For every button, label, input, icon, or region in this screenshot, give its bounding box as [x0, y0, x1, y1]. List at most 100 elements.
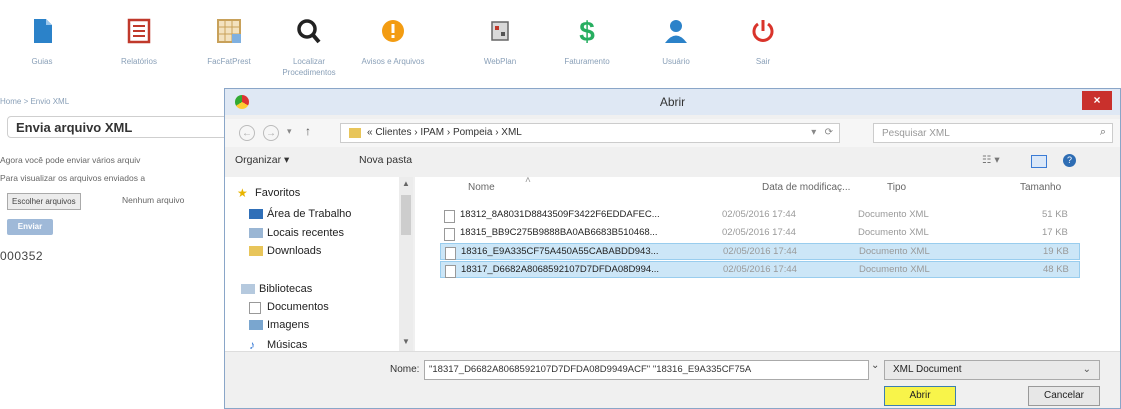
column-type[interactable]: Tipo — [887, 182, 906, 193]
toolbar-label: Guias — [31, 57, 53, 66]
chevron-down-icon: ⌄ — [1082, 364, 1091, 375]
search-icon: ⌕ — [1099, 126, 1106, 138]
code-value: 000352 — [0, 249, 44, 263]
nav-label: Documentos — [267, 301, 329, 313]
back-icon[interactable]: ← — [239, 125, 255, 141]
xml-file-icon — [444, 228, 455, 241]
file-list: Nome ˄ Data de modificaç... Tipo Tamanho… — [415, 175, 1120, 351]
power-icon — [752, 20, 774, 42]
open-button[interactable]: Abrir — [884, 386, 956, 406]
dollar-icon: $ — [579, 16, 595, 46]
report-icon — [127, 18, 151, 44]
navigation-pane: ★ Favoritos Área de Trabalho Locais rece… — [225, 177, 401, 351]
file-row-selected[interactable]: 18317_D6682A8068592107D7DFDA08D994... 02… — [440, 261, 1080, 278]
alert-icon — [382, 20, 404, 42]
toolbar-label: Avisos e Arquivos — [361, 57, 425, 66]
forward-icon[interactable]: → — [263, 125, 279, 141]
sort-indicator-icon: ˄ — [525, 175, 531, 186]
folder-icon — [349, 128, 361, 138]
recent-places-icon — [249, 228, 263, 238]
column-name[interactable]: Nome — [468, 182, 495, 193]
file-size: 19 KB — [1043, 246, 1069, 257]
column-size[interactable]: Tamanho — [1020, 182, 1061, 193]
send-button[interactable]: Enviar — [7, 219, 53, 235]
nav-label: Downloads — [267, 245, 322, 257]
dialog-title: Abrir — [659, 95, 686, 109]
close-button[interactable]: × — [1082, 91, 1112, 110]
nav-label: Bibliotecas — [259, 283, 313, 295]
toolbar-localizar[interactable]: Localizar Procedimentos — [269, 0, 349, 100]
nav-desktop[interactable]: Área de Trabalho — [249, 206, 351, 222]
nav-music[interactable]: ♪ Músicas — [249, 337, 308, 351]
choose-files-button[interactable]: Escolher arquivos — [7, 193, 81, 210]
file-row[interactable]: 18312_8A8031D8843509F3422F6EDDAFEC... 02… — [440, 207, 1080, 224]
scroll-up-icon[interactable]: ▲ — [402, 179, 410, 188]
toolbar-avisos[interactable]: Avisos e Arquivos — [353, 0, 433, 100]
svg-text:$: $ — [579, 16, 595, 46]
file-type: Documento XML — [858, 227, 929, 238]
downloads-folder-icon — [249, 246, 263, 256]
file-date: 02/05/2016 17:44 — [723, 264, 797, 275]
info-text: Para visualizar os arquivos enviados a — [0, 173, 146, 183]
music-icon: ♪ — [249, 338, 255, 351]
toolbar-facfatprest[interactable]: FacFatPrest — [189, 0, 269, 100]
breadcrumb: Home > Envio XML — [0, 97, 70, 106]
open-file-dialog: Abrir × ← → ▾ ↑ « Clientes › IPAM › Pomp… — [224, 88, 1121, 409]
toolbar-usuario[interactable]: Usuário — [636, 0, 716, 100]
file-name: 18316_E9A335CF75A450A55CABABDD943... — [461, 246, 659, 257]
xml-file-icon — [445, 247, 456, 260]
dialog-titlebar[interactable]: Abrir × — [225, 89, 1120, 115]
toolbar-label: WebPlan — [483, 57, 517, 66]
scroll-down-icon[interactable]: ▼ — [402, 337, 410, 346]
view-icon[interactable]: ☷ ▾ — [982, 154, 1000, 166]
help-icon[interactable]: ? — [1063, 154, 1076, 167]
nav-images[interactable]: Imagens — [249, 317, 309, 333]
toolbar-label: FacFatPrest — [207, 57, 251, 66]
file-date: 02/05/2016 17:44 — [723, 246, 797, 257]
file-name: 18315_BB9C275B9888BA0AB6683B510468... — [460, 227, 658, 238]
nav-libraries[interactable]: Bibliotecas — [241, 281, 313, 297]
toolbar-sair[interactable]: Sair — [723, 0, 803, 100]
documents-icon — [249, 302, 261, 314]
up-arrow-icon[interactable]: ↑ — [305, 124, 311, 138]
file-size: 51 KB — [1042, 209, 1068, 220]
file-row[interactable]: 18315_BB9C275B9888BA0AB6683B510468... 02… — [440, 225, 1080, 242]
file-type-select[interactable]: XML Document ⌄ — [884, 360, 1100, 380]
info-text: Agora você pode enviar vários arquiv — [0, 155, 141, 165]
file-name-field[interactable]: "18317_D6682A8068592107D7DFDA08D9949ACF"… — [424, 360, 869, 380]
cancel-button[interactable]: Cancelar — [1028, 386, 1100, 406]
dialog-footer: Nome: "18317_D6682A8068592107D7DFDA08D99… — [225, 351, 1120, 408]
xml-file-icon — [444, 210, 455, 223]
refresh-icon[interactable]: ▾ ⟳ — [811, 127, 833, 138]
nav-favorites[interactable]: ★ Favoritos — [237, 185, 301, 201]
nav-label: Favoritos — [255, 187, 301, 199]
nav-scrollbar[interactable]: ▲ ▼ — [399, 177, 413, 351]
file-type: Documento XML — [858, 209, 929, 220]
new-folder-button[interactable]: Nova pasta — [359, 154, 412, 166]
search-box[interactable]: Pesquisar XML ⌕ — [873, 123, 1113, 143]
column-date[interactable]: Data de modificaç... — [762, 182, 850, 193]
nav-label: Locais recentes — [267, 227, 345, 239]
file-name-label: Nome: — [390, 364, 420, 375]
recent-dropdown-icon[interactable]: ▾ — [287, 126, 292, 137]
toolbar-webplan[interactable]: WebPlan — [460, 0, 540, 100]
nav-documents[interactable]: Documentos — [249, 299, 329, 315]
nav-downloads[interactable]: Downloads — [249, 243, 322, 259]
scroll-thumb[interactable] — [401, 195, 411, 235]
file-row-selected[interactable]: 18316_E9A335CF75A450A55CABABDD943... 02/… — [440, 243, 1080, 260]
preview-pane-icon[interactable] — [1031, 155, 1047, 168]
organize-menu[interactable]: Organizar ▾ — [235, 154, 289, 166]
file-type: Documento XML — [859, 246, 930, 257]
address-bar[interactable]: « Clientes › IPAM › Pompeia › XML ▾ ⟳ — [340, 123, 840, 143]
toolbar-faturamento[interactable]: $ Faturamento — [547, 0, 627, 100]
user-icon — [665, 20, 687, 43]
nav-recent[interactable]: Locais recentes — [249, 225, 345, 241]
search-input[interactable]: Pesquisar XML — [882, 128, 950, 139]
nav-label: Músicas — [267, 339, 308, 351]
file-date: 02/05/2016 17:44 — [722, 209, 796, 220]
search-icon — [297, 19, 321, 44]
toolbar-relatorios[interactable]: Relatórios — [99, 0, 179, 100]
toolbar-guias[interactable]: Guias — [2, 0, 82, 100]
libraries-icon — [241, 284, 255, 294]
chevron-down-icon[interactable]: ⌄ — [871, 360, 879, 371]
